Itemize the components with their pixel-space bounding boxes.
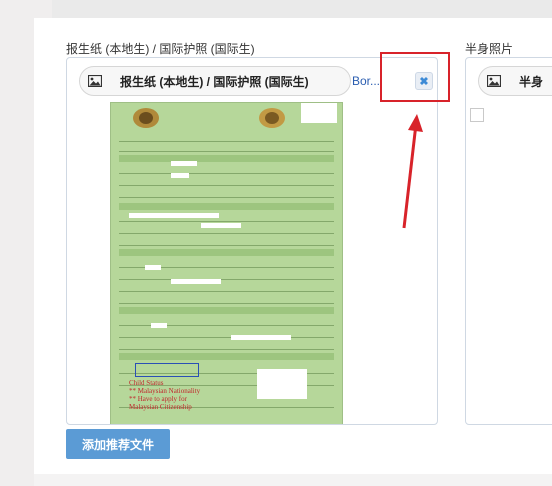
image-icon — [80, 75, 110, 87]
highlight-box — [135, 363, 199, 377]
photo-thumbnail-placeholder — [470, 108, 484, 122]
file-name-link[interactable]: Bor... — [352, 74, 380, 88]
crest-emblem-right — [259, 108, 285, 128]
left-gutter — [0, 0, 34, 486]
stamp-area — [257, 369, 307, 399]
file-label: 报生纸 (本地生) / 国际护照 (国际生) — [120, 74, 309, 89]
add-recommended-file-button[interactable]: 添加推荐文件 — [66, 429, 170, 459]
crest-emblem-left — [133, 108, 159, 128]
birth-certificate-preview-image[interactable]: Child Status ** Malaysian Nationality **… — [110, 102, 343, 424]
handwritten-note: Child Status ** Malaysian Nationality **… — [129, 379, 201, 411]
annotation-arrow — [402, 114, 423, 229]
top-bar — [52, 0, 552, 18]
bottom-bar — [34, 474, 552, 486]
upload-card-birth-certificate: 报生纸 (本地生) / 国际护照 (国际生) Bor... ✖ Child St… — [66, 57, 438, 425]
file-preview-pill-photo[interactable]: 半身 — [478, 66, 552, 96]
annotation-highlight-box — [380, 52, 450, 102]
image-icon — [479, 75, 509, 87]
photo-file-label: 半身 — [519, 74, 544, 89]
upload-card-half-body-photo: 半身 — [465, 57, 552, 425]
birth-certificate-label: 报生纸 (本地生) / 国际护照 (国际生) — [66, 42, 255, 56]
file-preview-pill[interactable]: 报生纸 (本地生) / 国际护照 (国际生) — [79, 66, 351, 96]
half-body-photo-label: 半身照片 — [465, 42, 514, 56]
